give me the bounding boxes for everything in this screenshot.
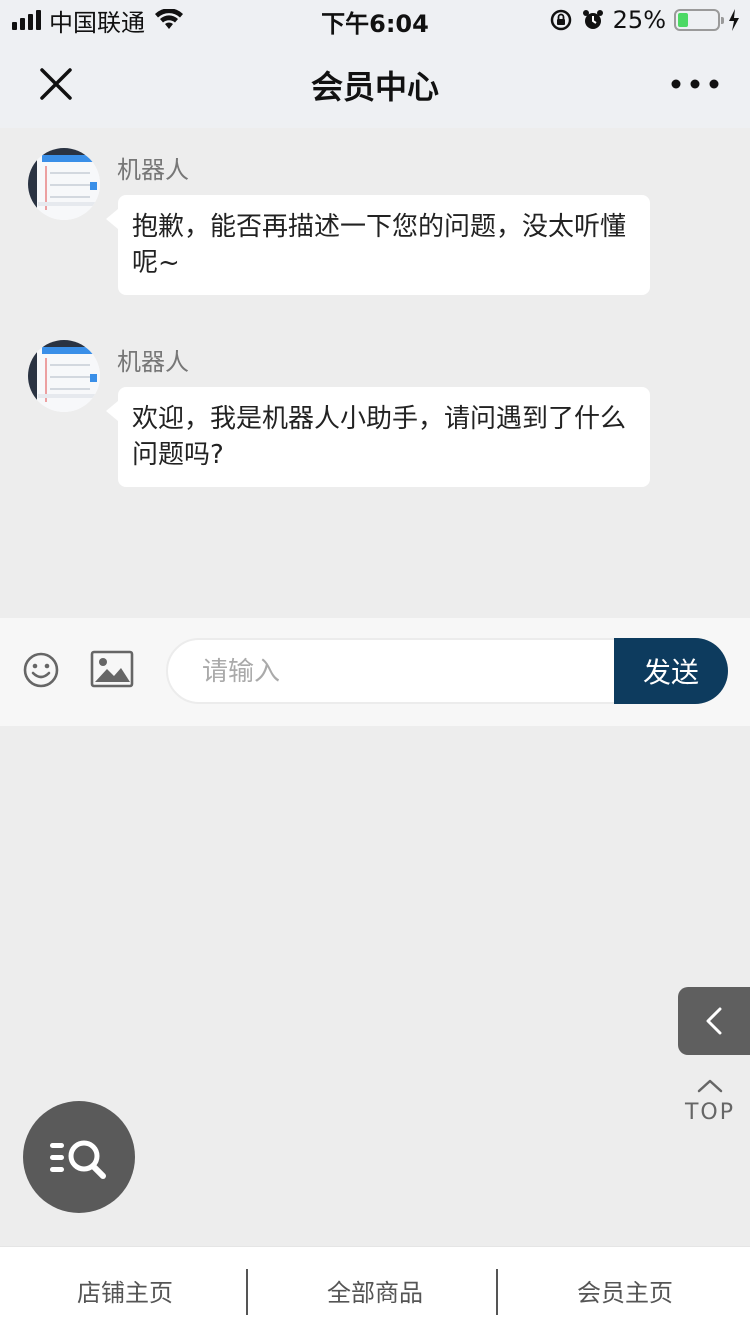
sender-name: 机器人 <box>117 348 189 376</box>
tab-all-products[interactable]: 全部商品 <box>250 1247 500 1334</box>
avatar[interactable] <box>28 340 100 412</box>
tab-member-home[interactable]: 会员主页 <box>500 1247 750 1334</box>
tab-divider <box>246 1269 248 1315</box>
side-collapse-button[interactable] <box>678 987 750 1055</box>
back-to-top-label: TOP <box>684 1100 736 1125</box>
message-bubble: 欢迎，我是机器人小助手，请问遇到了什么问题吗? <box>106 387 650 487</box>
tab-store-home[interactable]: 店铺主页 <box>0 1247 250 1334</box>
battery-fill <box>678 13 688 27</box>
message-bubble: 抱歉，能否再描述一下您的问题，没太听懂呢~ <box>106 195 650 295</box>
back-to-top-button[interactable]: TOP <box>680 1078 740 1126</box>
avatar[interactable] <box>28 148 100 220</box>
battery-icon <box>674 9 724 31</box>
bottom-tab-bar: 店铺主页 全部商品 会员主页 <box>0 1246 750 1334</box>
send-button[interactable]: 发送 <box>614 638 728 704</box>
message-input[interactable] <box>202 654 602 690</box>
battery-percentage: 25% <box>612 6 666 34</box>
chevron-up-icon <box>697 1079 723 1093</box>
input-bar: 发送 <box>0 618 750 726</box>
tab-label: 会员主页 <box>577 1279 673 1307</box>
status-bar: 中国联通 下午6:04 25% <box>0 0 750 40</box>
page-title: 会员中心 <box>310 68 439 106</box>
tab-label: 店铺主页 <box>77 1279 173 1307</box>
orientation-lock-icon <box>550 9 571 31</box>
emoji-icon[interactable] <box>22 651 60 689</box>
tab-divider <box>496 1269 498 1315</box>
charging-icon <box>729 9 739 31</box>
tab-label: 全部商品 <box>327 1279 423 1307</box>
more-icon[interactable] <box>670 72 720 96</box>
alarm-icon <box>582 10 603 29</box>
chat-area: 机器人 抱歉，能否再描述一下您的问题，没太听懂呢~ 机器人 欢迎，我是机器人小助… <box>0 128 750 618</box>
search-icon <box>50 1140 106 1179</box>
status-right: 25% <box>549 6 740 34</box>
sender-name: 机器人 <box>117 156 189 184</box>
image-icon[interactable] <box>90 650 134 688</box>
chevron-left-icon <box>706 1007 722 1035</box>
navigation-bar: 会员中心 <box>0 40 750 128</box>
search-float-button[interactable] <box>23 1101 135 1213</box>
